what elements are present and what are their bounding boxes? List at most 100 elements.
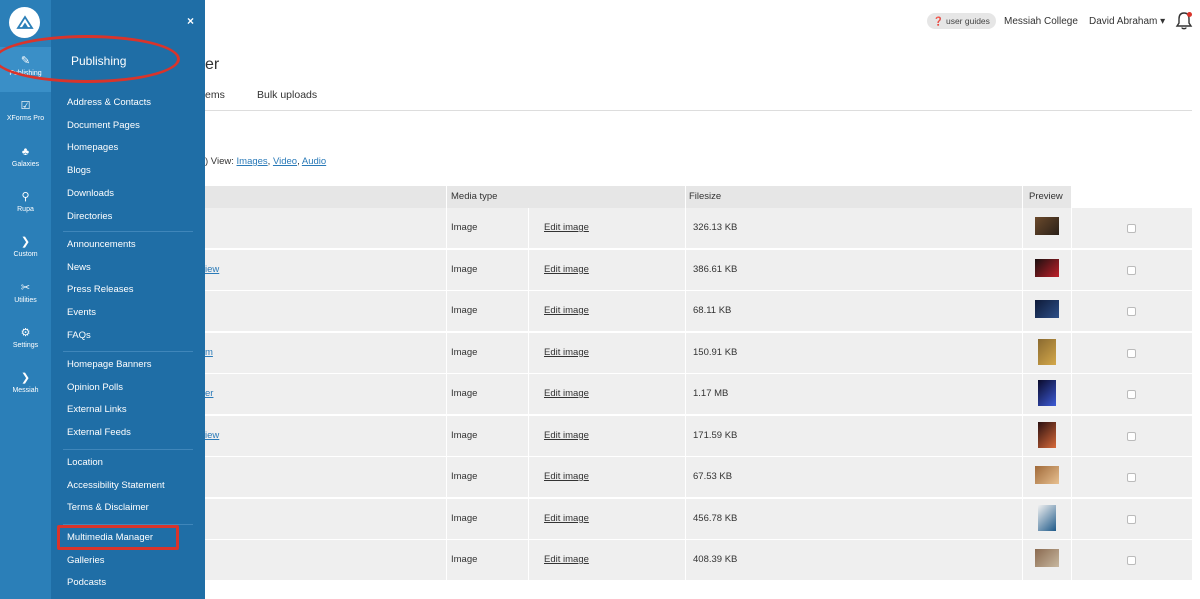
edit-image-link[interactable]: Edit image [544,208,589,248]
preview-thumbnail[interactable] [1038,380,1056,406]
menu-item-location[interactable]: Location [67,457,103,468]
preview-thumbnail[interactable] [1038,338,1056,365]
menu-item-events[interactable]: Events [67,307,96,318]
menu-item-address-contacts[interactable]: Address & Contacts [67,97,151,108]
menu-item-podcasts[interactable]: Podcasts [67,577,106,588]
edit-image-link[interactable]: Edit image [544,457,589,497]
cell-divider [528,540,529,580]
edit-image-link[interactable]: Edit image [544,499,589,539]
menu-item-homepage-banners[interactable]: Homepage Banners [67,359,152,370]
menu-item-galleries[interactable]: Galleries [67,555,105,566]
menu-item-opinion-polls[interactable]: Opinion Polls [67,382,123,393]
cell-divider [1022,457,1023,497]
select-checkbox[interactable] [1127,390,1136,399]
menu-item-accessibility-statement[interactable]: Accessibility Statement [67,480,165,491]
preview-thumbnail[interactable] [1035,217,1059,235]
cell-divider [1071,498,1072,539]
user-guides-button[interactable]: ❓ user guides [927,13,996,29]
menu-item-external-links[interactable]: External Links [67,404,127,415]
edit-image-link[interactable]: Edit image [544,291,589,331]
file-name-link[interactable]: er [205,374,213,414]
tab-bulk-uploads[interactable]: Bulk uploads [257,89,317,101]
edit-image-link[interactable]: Edit image [544,374,589,414]
select-checkbox[interactable] [1127,224,1136,233]
header-divider [685,186,686,208]
rail-item-label: XForms Pro [6,115,45,123]
file-name-link[interactable]: iew [205,416,219,456]
tabs-divider [205,110,1192,111]
menu-item-terms-disclaimer[interactable]: Terms & Disclaimer [67,502,149,513]
cell-divider [1022,291,1023,331]
cell-divider [685,208,686,248]
select-checkbox[interactable] [1127,265,1136,275]
view-video-link[interactable]: Video [273,156,297,167]
cell-divider [1071,374,1072,414]
header-filesize[interactable]: Filesize [689,186,721,208]
file-name-link[interactable]: m [205,333,213,373]
media-type-cell: Image [451,263,478,275]
select-checkbox[interactable] [1127,556,1136,565]
rail-item-label: Utilities [14,296,37,304]
preview-thumbnail[interactable] [1035,300,1059,318]
rail-item-custom[interactable]: ❯ Custom [0,235,51,258]
edit-image-link[interactable]: Edit image [544,333,589,373]
cell-divider [1022,208,1023,248]
select-checkbox[interactable] [1127,348,1136,358]
view-audio-link[interactable]: Audio [302,156,326,167]
menu-item-news[interactable]: News [67,262,91,273]
rail-item-utilities[interactable]: ✂ Utilities [0,281,51,304]
select-checkbox[interactable] [1127,473,1136,482]
rail-item-rupa[interactable]: ⚲ Rupa [0,190,51,213]
tab-items[interactable]: ems [205,89,225,101]
annotation-box-multimedia-manager [57,525,179,550]
menu-divider [63,449,193,450]
app-logo[interactable] [9,7,40,38]
select-checkbox[interactable] [1127,514,1136,524]
edit-image-link[interactable]: Edit image [544,416,589,456]
top-bar: ❓ user guides Messiah College David Abra… [205,0,1200,44]
menu-item-downloads[interactable]: Downloads [67,188,114,199]
edit-image-link[interactable]: Edit image [544,540,589,580]
cell-divider [528,415,529,456]
edit-image-link[interactable]: Edit image [544,250,589,290]
preview-thumbnail[interactable] [1035,549,1059,567]
view-prefix: ) View: [205,156,237,167]
cell-divider [1022,540,1023,580]
user-menu[interactable]: David Abraham ▾ [1089,16,1165,27]
publishing-menu: × Publishing Address & Contacts Document … [51,0,205,599]
select-checkbox[interactable] [1127,307,1136,316]
rail-item-settings[interactable]: ⚙ Settings [0,326,51,349]
table-row: m Image Edit image 150.91 KB [205,332,1192,373]
cell-divider [528,291,529,331]
preview-thumbnail[interactable] [1035,466,1059,484]
menu-item-directories[interactable]: Directories [67,211,112,222]
file-name-link[interactable]: iew [205,250,219,290]
cell-divider [685,291,686,331]
menu-item-blogs[interactable]: Blogs [67,165,91,176]
cell-divider [1071,291,1072,331]
menu-item-external-feeds[interactable]: External Feeds [67,427,131,438]
menu-item-announcements[interactable]: Announcements [67,239,136,250]
select-checkbox[interactable] [1127,431,1136,441]
preview-thumbnail[interactable] [1038,504,1056,531]
cell-divider [685,457,686,497]
bell-icon[interactable] [1175,11,1193,31]
rail-item-messiah[interactable]: ❯ Messiah [0,371,51,394]
close-icon[interactable]: × [187,14,194,28]
cell-divider [446,415,447,456]
menu-item-homepages[interactable]: Homepages [67,142,118,153]
chevron-circle-icon: ❯ [20,236,31,249]
rail-item-label: Custom [13,251,38,259]
view-images-link[interactable]: Images [237,156,268,167]
icon-rail: ✎ Publishing ☑ XForms Pro ♣ Galaxies ⚲ Rupa ❯ Cus… [0,0,51,599]
menu-item-document-pages[interactable]: Document Pages [67,120,140,131]
college-name[interactable]: Messiah College [1004,16,1078,27]
preview-thumbnail[interactable] [1038,421,1056,448]
rail-item-xforms-pro[interactable]: ☑ XForms Pro [0,99,51,122]
rail-item-galaxies[interactable]: ♣ Galaxies [0,145,51,168]
header-media-type[interactable]: Media type [451,186,497,208]
cell-divider [1022,249,1023,290]
menu-item-faqs[interactable]: FAQs [67,330,91,341]
menu-item-press-releases[interactable]: Press Releases [67,284,134,295]
preview-thumbnail[interactable] [1035,258,1059,277]
